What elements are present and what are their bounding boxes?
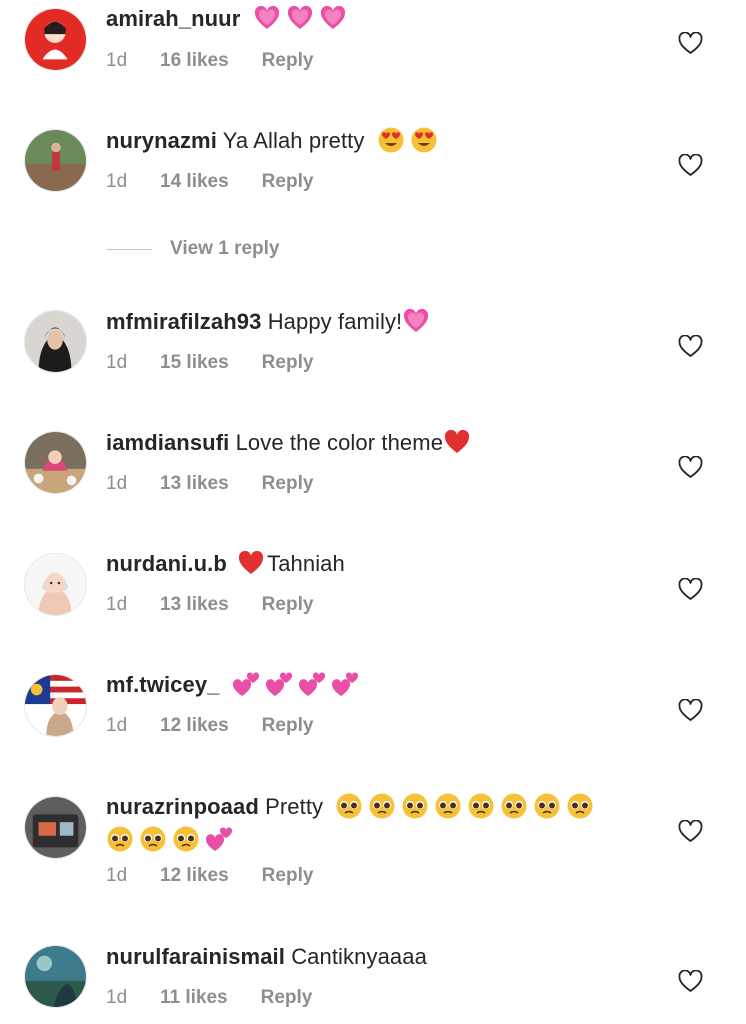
comment-meta: 1d 11 likes Reply bbox=[106, 987, 312, 1009]
comment-meta: 1d 16 likes Reply bbox=[106, 50, 313, 72]
reply-button[interactable]: Reply bbox=[262, 50, 314, 72]
comment-likes[interactable]: 15 likes bbox=[160, 352, 229, 374]
comment-username[interactable]: nurdani.u.b bbox=[106, 551, 227, 576]
avatar[interactable] bbox=[24, 310, 87, 373]
red-heart-icon bbox=[237, 549, 265, 577]
avatar[interactable] bbox=[24, 431, 87, 494]
comment-time: 1d bbox=[106, 473, 128, 494]
comment-username[interactable]: nurynazmi bbox=[106, 128, 217, 153]
comment-username[interactable]: nurulfarainismail bbox=[106, 944, 285, 969]
two-hearts-icon bbox=[232, 670, 260, 698]
pleading-face-icon bbox=[368, 792, 396, 820]
avatar[interactable] bbox=[24, 553, 87, 616]
comment-text: nurdani.u.b Tahniah bbox=[106, 547, 666, 580]
comment-time: 1d bbox=[106, 171, 128, 192]
two-hearts-icon bbox=[205, 825, 233, 853]
comment-meta: 1d 14 likes Reply bbox=[106, 171, 313, 193]
comment-likes[interactable]: 14 likes bbox=[160, 171, 229, 193]
pink-heart-icon bbox=[319, 4, 347, 32]
comment-text: nurynazmi Ya Allah pretty bbox=[106, 124, 666, 157]
pleading-face-icon bbox=[139, 825, 167, 853]
red-heart-icon bbox=[443, 428, 471, 456]
pleading-face-icon bbox=[335, 792, 363, 820]
avatar[interactable] bbox=[24, 945, 87, 1008]
comment-meta: 1d 13 likes Reply bbox=[106, 594, 313, 616]
comment-username[interactable]: mf.twicey_ bbox=[106, 672, 220, 697]
like-heart-icon[interactable] bbox=[678, 970, 703, 993]
replies-divider bbox=[106, 248, 152, 250]
like-heart-icon[interactable] bbox=[678, 820, 703, 843]
comment-likes[interactable]: 16 likes bbox=[160, 50, 229, 72]
comment-likes[interactable]: 12 likes bbox=[160, 715, 229, 737]
comment-body: Happy family! bbox=[267, 309, 403, 334]
comment-text: iamdiansufi Love the color theme bbox=[106, 426, 666, 459]
like-heart-icon[interactable] bbox=[678, 335, 703, 358]
like-heart-icon[interactable] bbox=[678, 699, 703, 722]
pleading-face-icon bbox=[533, 792, 561, 820]
comment-meta: 1d 13 likes Reply bbox=[106, 473, 313, 495]
comment-time: 1d bbox=[106, 50, 128, 71]
like-heart-icon[interactable] bbox=[678, 154, 703, 177]
comment-meta: 1d 12 likes Reply bbox=[106, 715, 313, 737]
comment-text: amirah_nuur bbox=[106, 2, 666, 35]
pink-heart-icon bbox=[253, 4, 281, 32]
pink-heart-icon bbox=[402, 307, 430, 335]
reply-button[interactable]: Reply bbox=[262, 715, 314, 737]
comment-time: 1d bbox=[106, 865, 128, 886]
comment-text: nurulfarainismail Cantiknyaaaa bbox=[106, 940, 666, 973]
like-heart-icon[interactable] bbox=[678, 578, 703, 601]
two-hearts-icon bbox=[331, 670, 359, 698]
comment-likes[interactable]: 13 likes bbox=[160, 473, 229, 495]
pink-heart-icon bbox=[286, 4, 314, 32]
pleading-face-icon bbox=[106, 825, 134, 853]
comment-username[interactable]: amirah_nuur bbox=[106, 6, 240, 31]
heart-eyes-icon bbox=[377, 126, 405, 154]
pleading-face-icon bbox=[434, 792, 462, 820]
comment-time: 1d bbox=[106, 594, 128, 615]
avatar[interactable] bbox=[24, 8, 87, 71]
two-hearts-icon bbox=[265, 670, 293, 698]
comment-meta: 1d 15 likes Reply bbox=[106, 352, 313, 374]
heart-eyes-icon bbox=[410, 126, 438, 154]
reply-button[interactable]: Reply bbox=[261, 987, 313, 1009]
comment-likes[interactable]: 12 likes bbox=[160, 865, 229, 887]
comment-text: nurazrinpoaad Pretty bbox=[106, 790, 666, 856]
avatar[interactable] bbox=[24, 796, 87, 859]
comment-body: Tahniah bbox=[267, 551, 345, 576]
comment-text: mf.twicey_ bbox=[106, 668, 666, 701]
pleading-face-icon bbox=[467, 792, 495, 820]
comment-username[interactable]: iamdiansufi bbox=[106, 430, 229, 455]
comment-time: 1d bbox=[106, 987, 128, 1008]
pleading-face-icon bbox=[401, 792, 429, 820]
view-replies-label: View 1 reply bbox=[170, 238, 280, 259]
comment-time: 1d bbox=[106, 715, 128, 736]
comment-body: Ya Allah pretty bbox=[222, 128, 365, 153]
comment-username[interactable]: nurazrinpoaad bbox=[106, 794, 259, 819]
comment-likes[interactable]: 11 likes bbox=[160, 987, 228, 1009]
pleading-face-icon bbox=[566, 792, 594, 820]
comment-username[interactable]: mfmirafilzah93 bbox=[106, 309, 261, 334]
reply-button[interactable]: Reply bbox=[262, 865, 314, 887]
reply-button[interactable]: Reply bbox=[262, 352, 314, 374]
comment-body: Cantiknyaaaa bbox=[291, 944, 427, 969]
reply-button[interactable]: Reply bbox=[262, 473, 314, 495]
comment-body: Pretty bbox=[265, 794, 324, 819]
reply-button[interactable]: Reply bbox=[262, 171, 314, 193]
pleading-face-icon bbox=[500, 792, 528, 820]
two-hearts-icon bbox=[298, 670, 326, 698]
like-heart-icon[interactable] bbox=[678, 32, 703, 55]
reply-button[interactable]: Reply bbox=[262, 594, 314, 616]
like-heart-icon[interactable] bbox=[678, 456, 703, 479]
comment-meta: 1d 12 likes Reply bbox=[106, 865, 313, 887]
avatar[interactable] bbox=[24, 674, 87, 737]
avatar[interactable] bbox=[24, 129, 87, 192]
view-replies-button[interactable]: View 1 reply bbox=[106, 238, 280, 260]
comment-likes[interactable]: 13 likes bbox=[160, 594, 229, 616]
comment-body: Love the color theme bbox=[235, 430, 444, 455]
pleading-face-icon bbox=[172, 825, 200, 853]
comment-time: 1d bbox=[106, 352, 128, 373]
comment-text: mfmirafilzah93 Happy family! bbox=[106, 305, 666, 338]
